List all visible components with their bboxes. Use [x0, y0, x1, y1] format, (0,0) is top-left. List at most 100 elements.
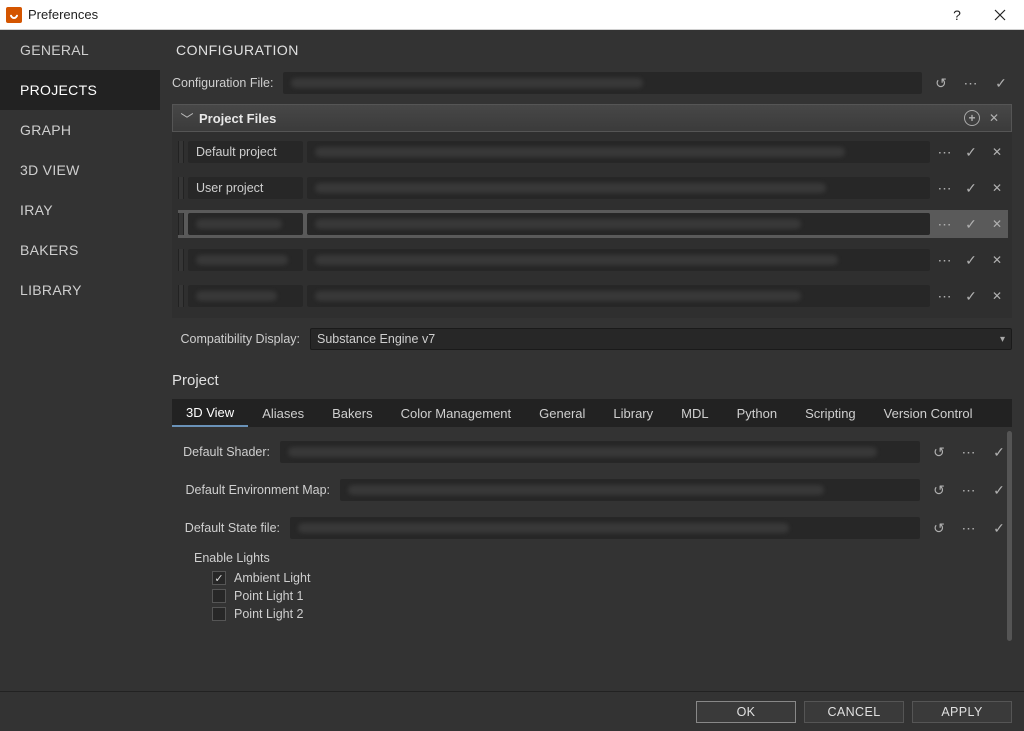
close-group-icon[interactable]	[983, 107, 1005, 129]
sidebar-item-3dview[interactable]: 3D VIEW	[0, 150, 160, 190]
confirm-icon[interactable]	[988, 441, 1010, 463]
main: GENERAL PROJECTS GRAPH 3D VIEW IRAY BAKE…	[0, 30, 1024, 691]
browse-icon[interactable]	[934, 177, 956, 199]
tab-scripting[interactable]: Scripting	[791, 399, 870, 427]
project-file-path[interactable]	[307, 213, 930, 235]
default-shader-label: Default Shader:	[182, 445, 272, 459]
browse-icon[interactable]	[958, 441, 980, 463]
project-file-name[interactable]: Default project	[188, 141, 303, 163]
remove-icon[interactable]	[986, 285, 1008, 307]
tab-color-management[interactable]: Color Management	[387, 399, 526, 427]
reset-icon[interactable]	[930, 72, 952, 94]
sidebar-item-bakers[interactable]: BAKERS	[0, 230, 160, 270]
ambient-light-checkbox[interactable]	[212, 571, 226, 585]
default-envmap-label: Default Environment Map:	[182, 483, 332, 497]
tab-library[interactable]: Library	[599, 399, 667, 427]
point-light-2-checkbox[interactable]	[212, 607, 226, 621]
cancel-button[interactable]: CANCEL	[804, 701, 904, 723]
confirm-icon[interactable]	[960, 249, 982, 271]
project-file-name[interactable]	[188, 249, 303, 271]
point-light-1-checkbox[interactable]	[212, 589, 226, 603]
tab-aliases[interactable]: Aliases	[248, 399, 318, 427]
project-files-header: ﹀ Project Files	[172, 104, 1012, 132]
compatibility-label: Compatibility Display:	[172, 332, 302, 346]
tab-python[interactable]: Python	[723, 399, 791, 427]
confirm-icon[interactable]	[990, 72, 1012, 94]
browse-icon[interactable]	[934, 213, 956, 235]
compatibility-select[interactable]: Substance Engine v7	[310, 328, 1012, 350]
enable-lights-title: Enable Lights	[194, 551, 1010, 565]
sidebar-item-general[interactable]: GENERAL	[0, 30, 160, 70]
tab-3d-view[interactable]: 3D View	[172, 399, 248, 427]
browse-icon[interactable]	[960, 72, 982, 94]
project-file-path[interactable]	[307, 177, 930, 199]
light-checkbox-row: Point Light 2	[212, 607, 1010, 621]
project-file-row[interactable]	[178, 246, 1008, 274]
page-title: CONFIGURATION	[176, 42, 1012, 58]
default-envmap-input[interactable]	[340, 479, 920, 501]
config-file-label: Configuration File:	[172, 76, 275, 90]
close-button[interactable]	[977, 0, 1022, 30]
chevron-down-icon[interactable]: ﹀	[179, 109, 195, 128]
close-icon	[994, 9, 1006, 21]
default-shader-input[interactable]	[280, 441, 920, 463]
browse-icon[interactable]	[958, 479, 980, 501]
confirm-icon[interactable]	[960, 213, 982, 235]
project-file-name[interactable]: User project	[188, 177, 303, 199]
add-project-icon[interactable]	[961, 107, 983, 129]
remove-icon[interactable]	[986, 177, 1008, 199]
remove-icon[interactable]	[986, 249, 1008, 271]
tab-general[interactable]: General	[525, 399, 599, 427]
reset-icon[interactable]	[928, 517, 950, 539]
confirm-icon[interactable]	[960, 141, 982, 163]
default-state-input[interactable]	[290, 517, 920, 539]
browse-icon[interactable]	[934, 285, 956, 307]
drag-handle-icon[interactable]	[178, 249, 184, 271]
project-file-row[interactable]	[178, 282, 1008, 310]
help-button[interactable]: ?	[937, 0, 977, 30]
titlebar: Preferences ?	[0, 0, 1024, 30]
tab-bakers[interactable]: Bakers	[318, 399, 386, 427]
project-files-title: Project Files	[199, 111, 961, 126]
confirm-icon[interactable]	[988, 479, 1010, 501]
browse-icon[interactable]	[934, 249, 956, 271]
drag-handle-icon[interactable]	[178, 285, 184, 307]
drag-handle-icon[interactable]	[178, 177, 184, 199]
ok-button[interactable]: OK	[696, 701, 796, 723]
tab-version-control[interactable]: Version Control	[870, 399, 987, 427]
confirm-icon[interactable]	[988, 517, 1010, 539]
light-checkbox-row: Ambient Light	[212, 571, 1010, 585]
project-file-row[interactable]: Default project	[178, 138, 1008, 166]
project-file-path[interactable]	[307, 249, 930, 271]
project-file-name[interactable]	[188, 285, 303, 307]
project-file-path[interactable]	[307, 141, 930, 163]
browse-icon[interactable]	[958, 517, 980, 539]
reset-icon[interactable]	[928, 441, 950, 463]
sidebar-item-iray[interactable]: IRAY	[0, 190, 160, 230]
reset-icon[interactable]	[928, 479, 950, 501]
remove-icon[interactable]	[986, 141, 1008, 163]
browse-icon[interactable]	[934, 141, 956, 163]
project-file-path[interactable]	[307, 285, 930, 307]
compatibility-row: Compatibility Display: Substance Engine …	[172, 328, 1012, 350]
config-file-input[interactable]	[283, 72, 922, 94]
drag-handle-icon[interactable]	[178, 141, 184, 163]
project-file-name[interactable]	[188, 213, 303, 235]
compatibility-value: Substance Engine v7	[317, 332, 435, 346]
ambient-light-label: Ambient Light	[234, 571, 310, 585]
confirm-icon[interactable]	[960, 177, 982, 199]
project-file-row[interactable]: User project	[178, 174, 1008, 202]
tab-mdl[interactable]: MDL	[667, 399, 722, 427]
project-file-row[interactable]	[178, 210, 1008, 238]
confirm-icon[interactable]	[960, 285, 982, 307]
sidebar-item-projects[interactable]: PROJECTS	[0, 70, 160, 110]
apply-button[interactable]: APPLY	[912, 701, 1012, 723]
sidebar-item-library[interactable]: LIBRARY	[0, 270, 160, 310]
app-icon	[6, 7, 22, 23]
default-envmap-row: Default Environment Map:	[182, 479, 1010, 501]
default-state-row: Default State file:	[182, 517, 1010, 539]
remove-icon[interactable]	[986, 213, 1008, 235]
sidebar-item-graph[interactable]: GRAPH	[0, 110, 160, 150]
project-tabs: 3D View Aliases Bakers Color Management …	[172, 399, 1012, 427]
drag-handle-icon[interactable]	[178, 213, 184, 235]
